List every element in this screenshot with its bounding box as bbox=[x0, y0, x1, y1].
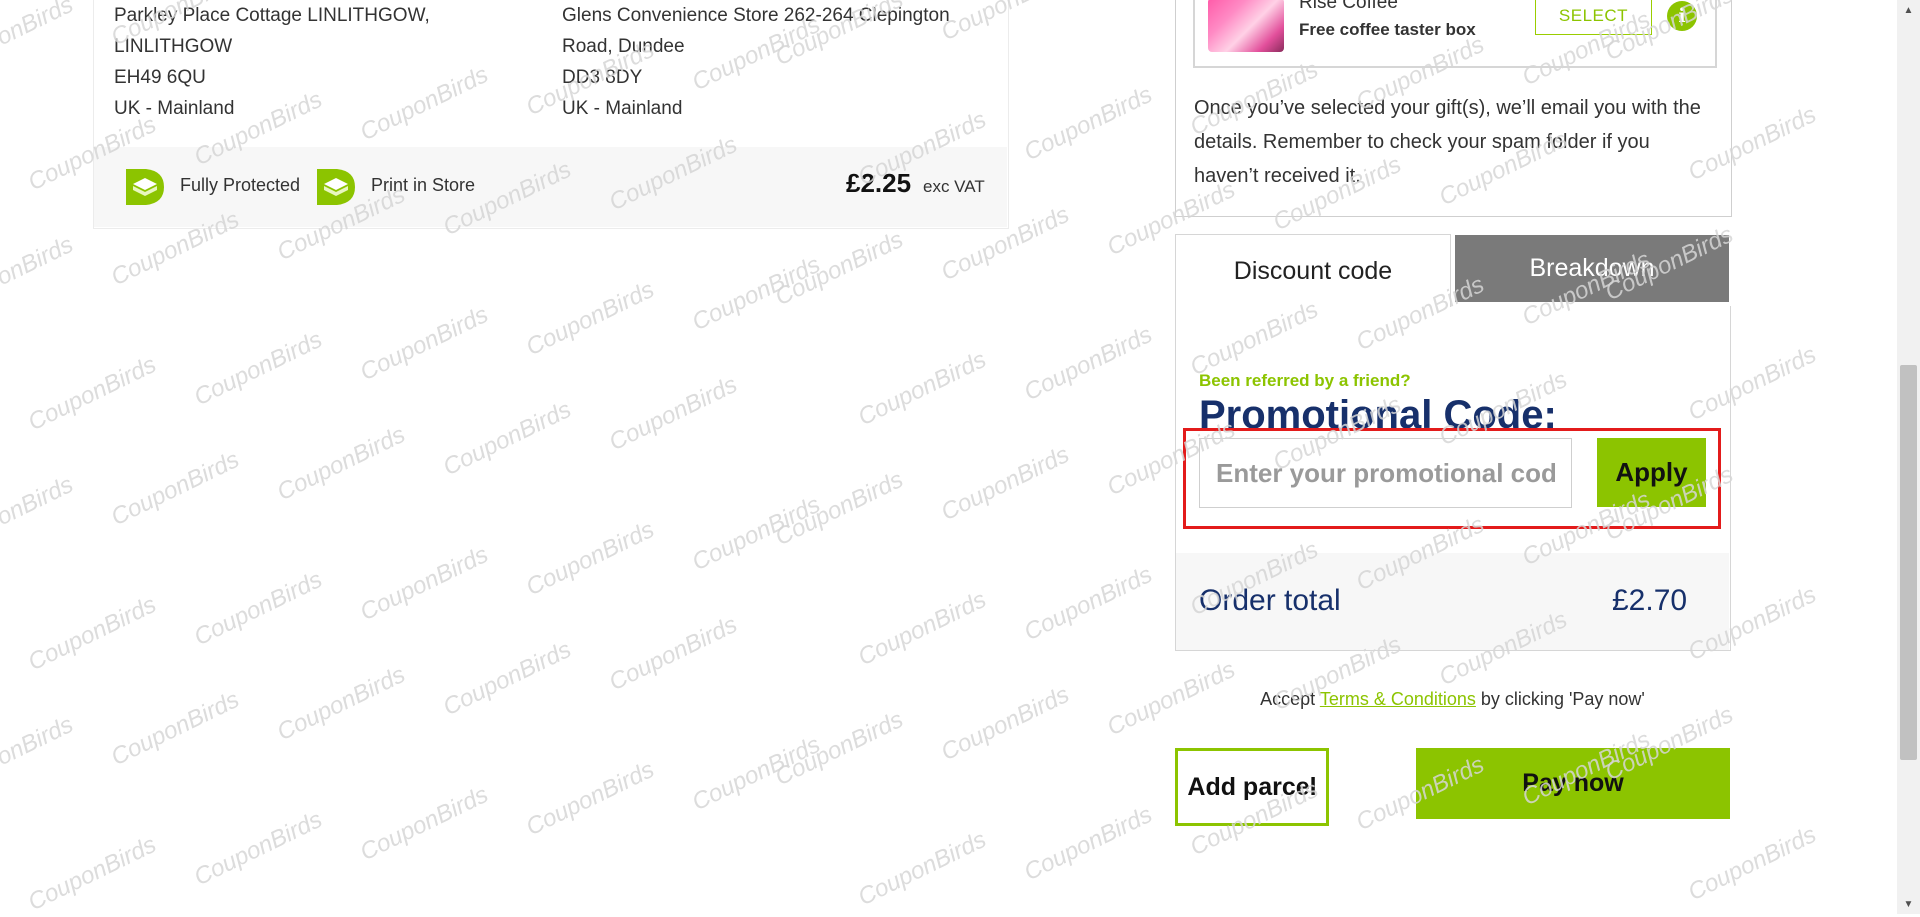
feature-fully-protected: Fully Protected bbox=[180, 175, 301, 195]
watermark-text: CouponBirds bbox=[1019, 801, 1157, 887]
sender-address-line: UK - Mainland bbox=[114, 98, 235, 119]
watermark-text: CouponBirds bbox=[355, 541, 493, 627]
parcel-price: £2.25 bbox=[846, 168, 912, 198]
tab-discount-code[interactable]: Discount code bbox=[1175, 234, 1451, 307]
watermark-text: CouponBirds bbox=[0, 711, 78, 797]
watermark-text: CouponBirds bbox=[23, 591, 161, 677]
printer-icon bbox=[315, 167, 355, 212]
dropoff-address-line: UK - Mainland bbox=[562, 98, 683, 119]
terms-suffix: by clicking 'Pay now' bbox=[1480, 689, 1645, 709]
watermark-text: CouponBirds bbox=[189, 566, 327, 652]
watermark-text: CouponBirds bbox=[189, 806, 327, 892]
gift-product-image bbox=[1208, 0, 1284, 52]
watermark-text: CouponBirds bbox=[853, 346, 991, 432]
terms-text: Accept Terms & Conditions by clicking 'P… bbox=[1175, 689, 1730, 710]
watermark-text: CouponBirds bbox=[604, 371, 742, 457]
watermark-text: CouponBirds bbox=[1019, 561, 1157, 647]
watermark-text: CouponBirds bbox=[272, 421, 410, 507]
shield-check-icon bbox=[124, 167, 164, 212]
sender-address: Parkley Place Cottage LINLITHGOW, LINLIT… bbox=[114, 0, 430, 124]
promo-title: Promotional Code: bbox=[1199, 393, 1557, 431]
scrollbar-thumb[interactable] bbox=[1900, 365, 1917, 760]
order-total-label: Order total bbox=[1199, 584, 1341, 617]
dropoff-address-line: Road, Dundee bbox=[562, 36, 685, 57]
watermark-text: CouponBirds bbox=[521, 516, 659, 602]
watermark-text: CouponBirds bbox=[23, 351, 161, 437]
watermark-text: CouponBirds bbox=[355, 301, 493, 387]
tab-breakdown[interactable]: Breakdown bbox=[1455, 235, 1729, 302]
dropoff-address: Glens Convenience Store 262-264 Clepingt… bbox=[562, 0, 950, 124]
watermark-text: CouponBirds bbox=[853, 586, 991, 672]
watermark-text: CouponBirds bbox=[521, 756, 659, 842]
dropoff-address-line: Glens Convenience Store 262-264 Clepingt… bbox=[562, 5, 950, 26]
watermark-text: CouponBirds bbox=[106, 686, 244, 772]
gift-select-button[interactable]: SELECT bbox=[1535, 0, 1652, 35]
watermark-text: CouponBirds bbox=[687, 491, 825, 577]
referred-text[interactable]: Been referred by a friend? bbox=[1199, 371, 1411, 391]
highlight-box bbox=[1183, 428, 1721, 529]
watermark-text: CouponBirds bbox=[0, 231, 78, 317]
price-vat-suffix: exc VAT bbox=[923, 177, 985, 196]
watermark-text: CouponBirds bbox=[272, 661, 410, 747]
watermark-text: CouponBirds bbox=[438, 396, 576, 482]
gift-brand: Rise Coffee bbox=[1299, 0, 1398, 13]
watermark-text: CouponBirds bbox=[936, 441, 1074, 527]
watermark-text: CouponBirds bbox=[770, 226, 908, 312]
watermark-text: CouponBirds bbox=[1019, 321, 1157, 407]
feature-print-in-store: Print in Store bbox=[371, 175, 476, 195]
scroll-down-icon[interactable]: ▼ bbox=[1897, 894, 1920, 914]
watermark-text: CouponBirds bbox=[189, 326, 327, 412]
watermark-text: CouponBirds bbox=[604, 611, 742, 697]
watermark-text: CouponBirds bbox=[770, 706, 908, 792]
watermark-text: CouponBirds bbox=[853, 826, 991, 912]
info-icon[interactable]: i bbox=[1667, 1, 1697, 31]
add-parcel-button[interactable]: Add parcel bbox=[1175, 748, 1329, 826]
terms-prefix: Accept bbox=[1260, 689, 1316, 709]
watermark-text: CouponBirds bbox=[521, 276, 659, 362]
watermark-text: CouponBirds bbox=[936, 681, 1074, 767]
sender-address-line: LINLITHGOW bbox=[114, 36, 233, 57]
sender-address-line: Parkley Place Cottage LINLITHGOW, bbox=[114, 5, 430, 26]
gift-note: Once you’ve selected your gift(s), we’ll… bbox=[1194, 97, 1701, 187]
terms-link[interactable]: Terms & Conditions bbox=[1320, 689, 1476, 709]
watermark-text: CouponBirds bbox=[687, 251, 825, 337]
watermark-text: CouponBirds bbox=[0, 0, 78, 77]
sender-address-line: EH49 6QU bbox=[114, 67, 206, 88]
gift-title: Free coffee taster box bbox=[1299, 20, 1476, 39]
watermark-text: CouponBirds bbox=[438, 636, 576, 722]
watermark-text: CouponBirds bbox=[0, 471, 78, 557]
watermark-text: CouponBirds bbox=[687, 731, 825, 817]
watermark-text: CouponBirds bbox=[770, 466, 908, 552]
order-total-value: £2.70 bbox=[1612, 584, 1688, 617]
watermark-text: CouponBirds bbox=[106, 446, 244, 532]
watermark-text: CouponBirds bbox=[355, 781, 493, 867]
scroll-up-icon[interactable]: ▲ bbox=[1897, 0, 1920, 20]
pay-now-button[interactable]: Pay now bbox=[1416, 748, 1730, 819]
watermark-text: CouponBirds bbox=[1019, 81, 1157, 167]
dropoff-address-line: DD3 8DY bbox=[562, 67, 643, 88]
watermark-text: CouponBirds bbox=[1683, 821, 1821, 907]
watermark-text: CouponBirds bbox=[23, 831, 161, 917]
